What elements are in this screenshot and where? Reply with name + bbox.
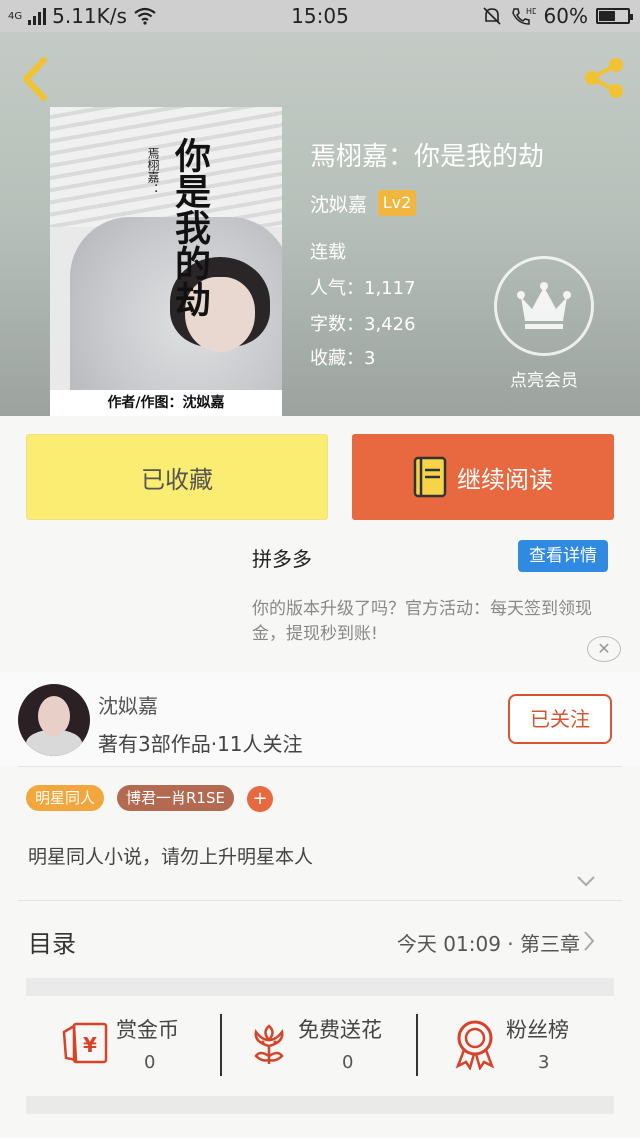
book-cover[interactable]: 焉栩嘉： 你是我的劫 作者/作图：沈姒嘉 <box>50 107 282 416</box>
reward-coins-label: 赏金币 <box>116 1018 179 1042</box>
reward-coins-count: 0 <box>144 1052 156 1073</box>
add-tag-button[interactable]: + <box>247 786 273 812</box>
ad-detail-button[interactable]: 查看详情 <box>518 540 608 572</box>
crown-icon <box>517 282 571 329</box>
section-divider <box>26 1096 614 1114</box>
chevron-right-icon <box>584 931 595 951</box>
cover-title-text: 你是我的劫 <box>169 137 211 317</box>
vip-label: 点亮会员 <box>510 371 578 391</box>
avatar-face <box>38 696 70 736</box>
status-bar: 4G 5.11K/s 15:05 HD 60% <box>0 0 640 32</box>
battery-percent: 60% <box>543 4 588 28</box>
toc-latest-chapter: 今天 01:09 · 第三章 <box>396 932 580 956</box>
divider <box>18 766 622 767</box>
collected-button[interactable]: 已收藏 <box>26 434 328 520</box>
ad-close-button[interactable]: ✕ <box>587 636 621 662</box>
svg-text:HD: HD <box>526 7 536 16</box>
book-title: 焉栩嘉：你是我的劫 <box>310 142 545 172</box>
reward-coins-button[interactable]: ¥ 赏金币 0 <box>56 1010 216 1078</box>
author-name[interactable]: 沈姒嘉 <box>98 690 158 719</box>
continue-reading-label: 继续阅读 <box>457 465 553 494</box>
red-envelope-icon: ¥ <box>62 1022 108 1064</box>
fans-ranking-count: 3 <box>538 1052 550 1073</box>
book-icon <box>413 456 447 498</box>
collected-label: 已收藏 <box>141 465 213 494</box>
ad-text[interactable]: 你的版本升级了吗？官方活动：每天签到领现金，提现秒到账! <box>252 597 622 647</box>
cover-credit-text: 作者/作图：沈姒嘉 <box>50 390 282 416</box>
book-collections: 收藏：3 <box>310 348 376 369</box>
fans-ranking-label: 粉丝榜 <box>506 1018 569 1042</box>
author-section: 沈姒嘉 著有3部作品·11人关注 已关注 <box>0 672 640 766</box>
book-description: 明星同人小说，请勿上升明星本人 <box>28 846 314 868</box>
free-flowers-label: 免费送花 <box>298 1018 382 1042</box>
feature-divider <box>220 1014 222 1076</box>
section-divider <box>26 978 614 996</box>
fans-ranking-button[interactable]: 粉丝榜 3 <box>452 1010 602 1078</box>
share-button[interactable] <box>578 52 630 104</box>
continue-reading-button[interactable]: 继续阅读 <box>352 434 614 520</box>
tag-item[interactable]: 明星同人 <box>26 785 105 811</box>
book-status: 连载 <box>310 242 346 263</box>
tag-item[interactable]: 博君一肖R1SE <box>117 785 234 811</box>
divider <box>18 900 622 901</box>
free-flowers-button[interactable]: 免费送花 0 <box>242 1010 412 1078</box>
battery-fill <box>599 11 615 21</box>
status-right: HD 60% <box>482 4 633 28</box>
battery-icon <box>596 8 633 24</box>
flower-icon <box>254 1024 284 1064</box>
book-author[interactable]: 沈姒嘉 <box>310 190 367 217</box>
mute-bell-icon <box>482 7 501 25</box>
author-avatar[interactable] <box>18 684 90 756</box>
table-of-contents-row[interactable]: 目录 今天 01:09 · 第三章 <box>0 910 640 972</box>
toc-label: 目录 <box>28 930 76 958</box>
follow-button[interactable]: 已关注 <box>508 694 612 744</box>
chevron-down-icon[interactable] <box>575 870 597 892</box>
feature-divider <box>416 1014 418 1076</box>
book-header: 焉栩嘉： 你是我的劫 作者/作图：沈姒嘉 焉栩嘉：你是我的劫 沈姒嘉 Lv2 连… <box>0 32 640 416</box>
svg-text:¥: ¥ <box>83 1033 97 1057</box>
book-popularity: 人气：1,117 <box>310 278 416 299</box>
author-level-badge: Lv2 <box>378 190 416 216</box>
book-word-count: 字数：3,426 <box>310 314 416 335</box>
medal-icon <box>455 1020 495 1070</box>
hd-call-icon: HD <box>511 7 536 25</box>
ad-brand[interactable]: 拼多多 <box>252 543 312 572</box>
author-stats: 著有3部作品·11人关注 <box>98 732 303 756</box>
free-flowers-count: 0 <box>342 1052 354 1073</box>
back-button[interactable] <box>14 54 58 104</box>
vip-button[interactable] <box>494 256 594 356</box>
